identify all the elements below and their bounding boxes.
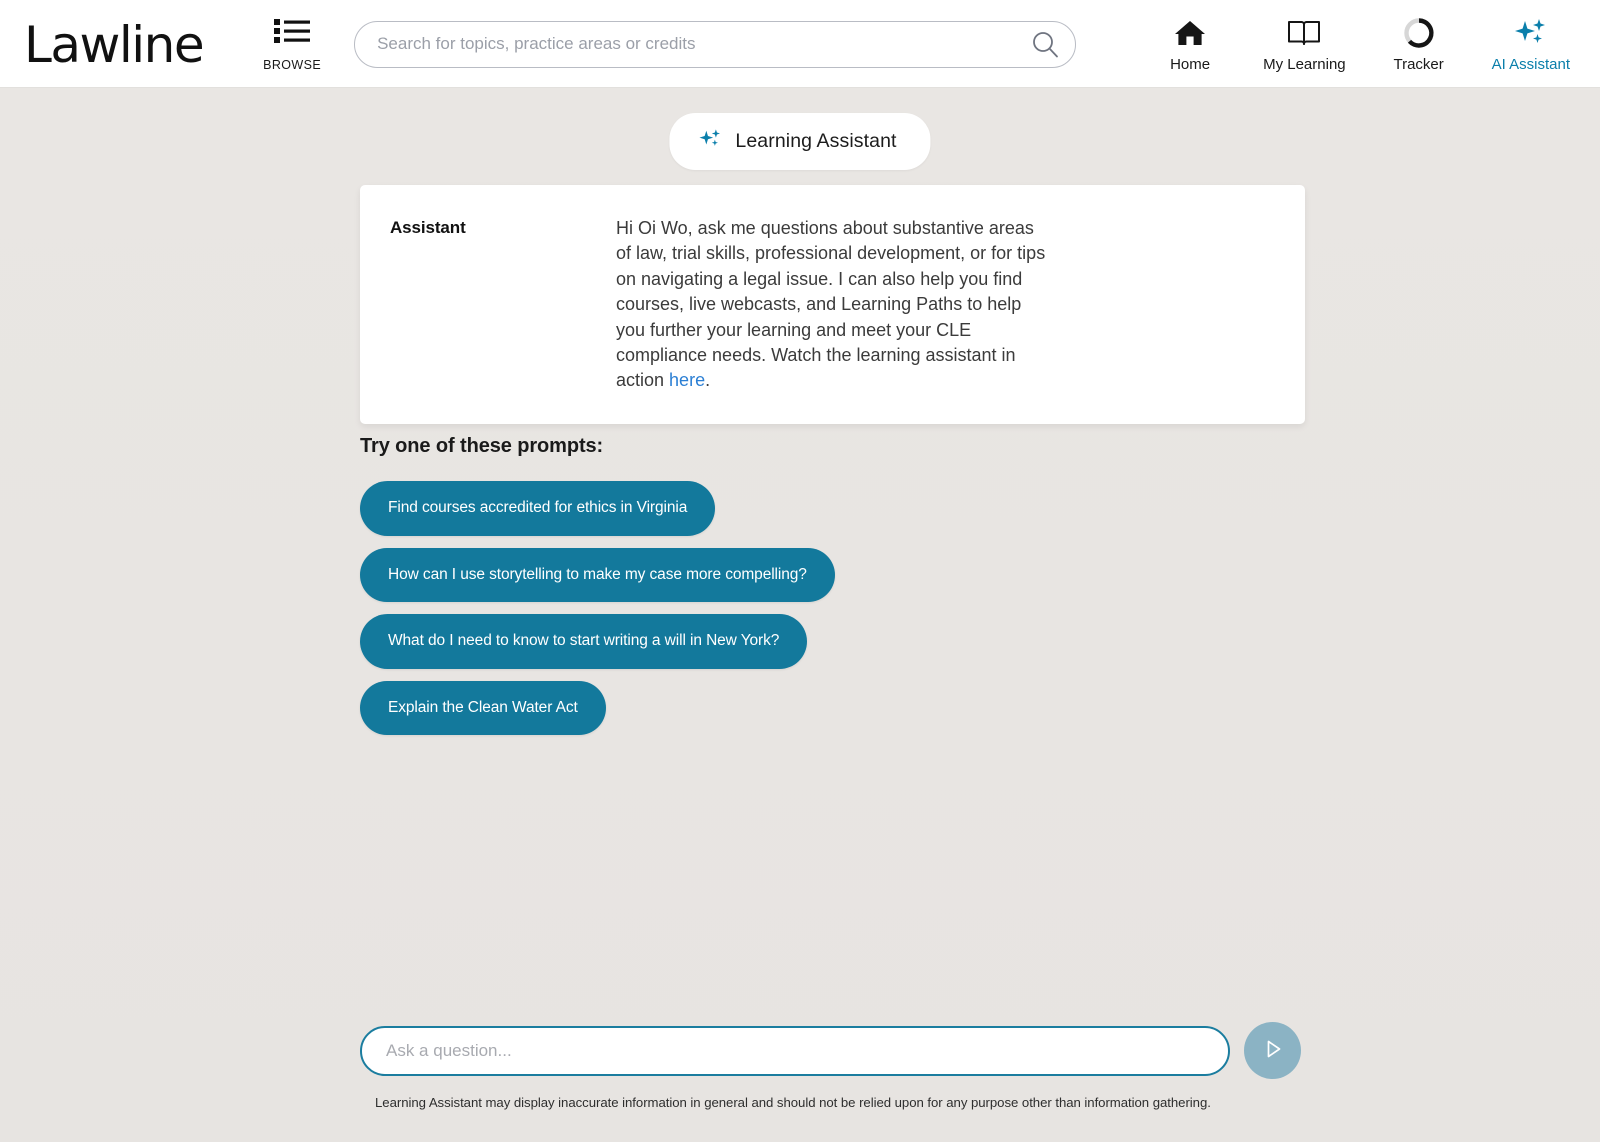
- search-icon[interactable]: [1030, 29, 1060, 59]
- learning-assistant-label: Learning Assistant: [735, 130, 897, 152]
- assistant-main: Learning Assistant Assistant Hi Oi Wo, a…: [0, 88, 1600, 1142]
- message-text: Hi Oi Wo, ask me questions about substan…: [616, 216, 1046, 394]
- sparkles-icon: [697, 126, 723, 157]
- list-icon: [272, 16, 312, 51]
- learning-assistant-badge: Learning Assistant: [669, 113, 931, 170]
- logo-wordmark: Lawline: [24, 16, 205, 74]
- lawline-logo[interactable]: Lawline 25 YEARS: [24, 16, 514, 74]
- nav-item-home[interactable]: Home: [1163, 16, 1217, 73]
- prompt-button-3[interactable]: What do I need to know to start writing …: [360, 614, 808, 669]
- message-text-part-1: Hi Oi Wo, ask me questions about substan…: [616, 218, 1046, 391]
- disclaimer-text: Learning Assistant may display inaccurat…: [375, 1095, 1211, 1110]
- progress-ring-icon: [1402, 16, 1436, 50]
- browse-button[interactable]: BROWSE: [263, 16, 321, 72]
- watch-in-action-link[interactable]: here: [669, 370, 705, 390]
- sparkles-icon: [1512, 16, 1550, 50]
- prompts-heading: Try one of these prompts:: [360, 435, 604, 457]
- prompt-button-4[interactable]: Explain the Clean Water Act: [360, 680, 606, 736]
- assistant-message-card: Assistant Hi Oi Wo, ask me questions abo…: [360, 185, 1305, 424]
- nav-item-my-learning[interactable]: My Learning: [1263, 16, 1346, 73]
- nav-item-ai-assistant[interactable]: AI Assistant: [1492, 16, 1570, 73]
- primary-nav: Home My Learning Tracker AI Assistant: [1163, 16, 1578, 73]
- message-role: Assistant: [390, 218, 466, 237]
- search-bar: [354, 20, 1077, 68]
- send-triangle-icon: [1260, 1036, 1286, 1065]
- message-text-part-2: .: [705, 370, 711, 391]
- nav-label-ai-assistant: AI Assistant: [1491, 55, 1570, 73]
- browse-label: BROWSE: [263, 58, 322, 72]
- nav-label-my-learning: My Learning: [1263, 55, 1346, 73]
- send-button[interactable]: [1244, 1022, 1301, 1079]
- question-input[interactable]: [360, 1025, 1230, 1076]
- prompt-suggestions: Find courses accredited for ethics in Vi…: [360, 481, 835, 736]
- search-input[interactable]: [354, 20, 1077, 68]
- nav-label-home: Home: [1170, 55, 1211, 73]
- nav-label-tracker: Tracker: [1393, 55, 1444, 73]
- question-composer: [360, 1022, 1301, 1079]
- prompt-button-2[interactable]: How can I use storytelling to make my ca…: [360, 547, 835, 603]
- book-icon: [1286, 16, 1322, 50]
- prompt-button-1[interactable]: Find courses accredited for ethics in Vi…: [360, 481, 716, 536]
- site-header: Lawline 25 YEARS BROWSE: [0, 0, 1600, 88]
- home-icon: [1173, 16, 1207, 50]
- nav-item-tracker[interactable]: Tracker: [1392, 16, 1446, 73]
